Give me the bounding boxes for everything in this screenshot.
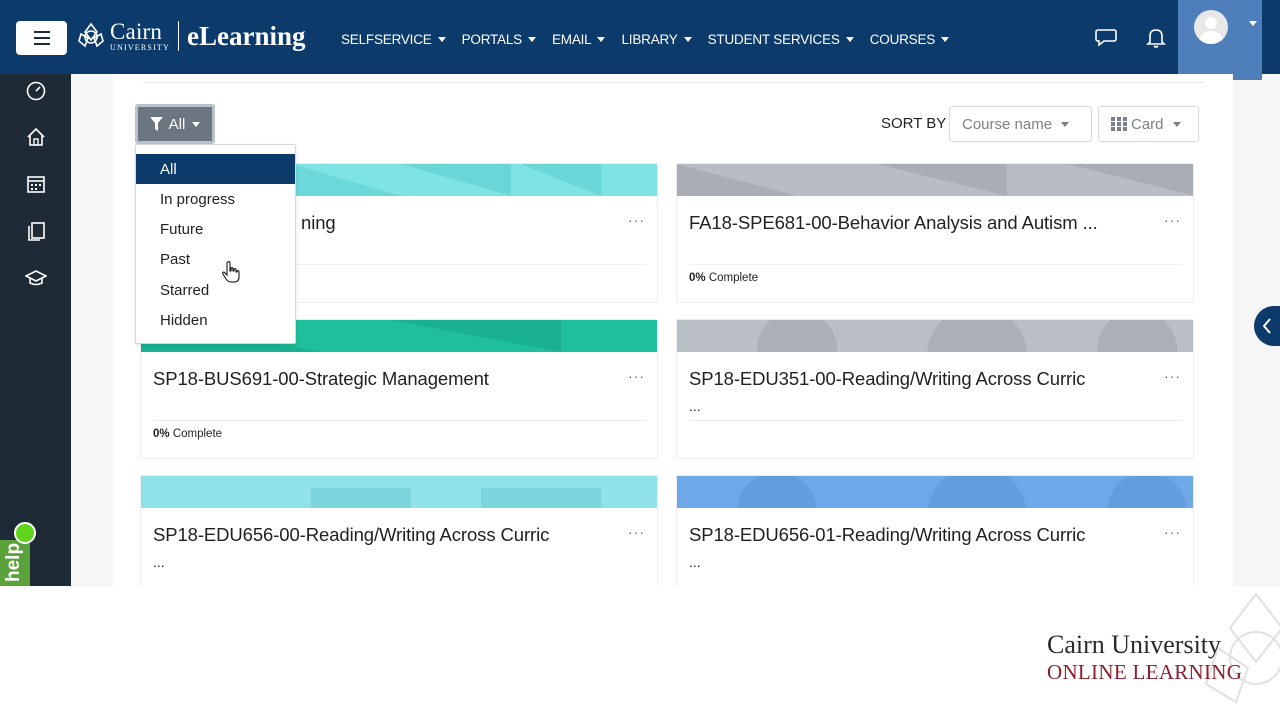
logo-cairn-text: Cairn bbox=[110, 19, 163, 44]
caret-down-icon bbox=[1061, 121, 1070, 127]
filter-option-starred[interactable]: Starred bbox=[136, 275, 295, 305]
sort-by-label: SORT BY bbox=[881, 115, 947, 132]
top-navbar: Cairn UNIVERSITY eLearning SELFSERVICE P… bbox=[0, 0, 1280, 80]
files-icon[interactable] bbox=[25, 220, 47, 242]
nav-portals[interactable]: PORTALS bbox=[462, 32, 536, 47]
card-divider bbox=[153, 420, 647, 421]
left-sidebar bbox=[0, 74, 71, 586]
view-mode-select[interactable]: Card bbox=[1098, 106, 1199, 142]
hand-pointer-cursor-icon bbox=[222, 261, 240, 283]
course-card[interactable]: FA18-SPE681-00-Behavior Analysis and Aut… bbox=[676, 163, 1194, 303]
filter-option-future[interactable]: Future bbox=[136, 214, 295, 244]
logo-elearning-text: eLearning bbox=[187, 20, 306, 51]
card-divider bbox=[689, 420, 1183, 421]
caret-down-icon bbox=[527, 37, 536, 42]
course-image bbox=[677, 476, 1193, 508]
caret-down-icon bbox=[1172, 121, 1181, 127]
divider bbox=[143, 82, 1203, 83]
filter-option-all[interactable]: All bbox=[136, 154, 295, 184]
dashboard-gauge-icon[interactable] bbox=[25, 80, 47, 102]
course-image bbox=[677, 164, 1193, 196]
home-icon[interactable] bbox=[25, 126, 47, 148]
filter-dropdown-button[interactable]: All bbox=[135, 104, 215, 144]
course-progress: 0% Complete bbox=[689, 272, 759, 284]
course-more-menu-icon[interactable]: ··· bbox=[1164, 524, 1181, 540]
title-ellipsis: ... bbox=[689, 554, 701, 570]
drawer-toggle-button[interactable] bbox=[1254, 306, 1280, 346]
grid-icon bbox=[1111, 117, 1127, 131]
caret-down-icon bbox=[941, 37, 950, 42]
filter-option-in-progress[interactable]: In progress bbox=[136, 184, 295, 214]
logo-divider bbox=[178, 21, 179, 51]
course-progress: 0% Complete bbox=[153, 428, 223, 440]
title-ellipsis: ... bbox=[153, 554, 165, 570]
course-card[interactable]: SP18-EDU656-00-Reading/Writing Across Cu… bbox=[140, 475, 658, 586]
card-divider bbox=[689, 264, 1183, 265]
caret-down-icon bbox=[192, 121, 201, 127]
online-status-dot bbox=[14, 522, 36, 544]
help-label: help bbox=[3, 542, 24, 582]
course-more-menu-icon[interactable]: ··· bbox=[1164, 212, 1181, 228]
caret-down-icon bbox=[597, 37, 606, 42]
site-logo[interactable]: Cairn UNIVERSITY eLearning bbox=[76, 20, 306, 52]
caret-down-icon bbox=[1249, 21, 1257, 26]
watermark-subtitle: ONLINE LEARNING bbox=[1047, 660, 1243, 684]
graduation-cap-icon[interactable] bbox=[25, 267, 47, 289]
primary-nav: SELFSERVICE PORTALS EMAIL LIBRARY STUDEN… bbox=[341, 32, 965, 47]
course-title[interactable]: SP18-EDU656-00-Reading/Writing Across Cu… bbox=[153, 524, 623, 546]
filter-option-hidden[interactable]: Hidden bbox=[136, 305, 295, 335]
filter-option-past[interactable]: Past bbox=[136, 244, 295, 274]
calendar-icon[interactable] bbox=[25, 173, 47, 195]
nav-email[interactable]: EMAIL bbox=[552, 32, 606, 47]
filter-funnel-icon bbox=[149, 117, 163, 131]
caret-down-icon bbox=[437, 37, 446, 42]
course-more-menu-icon[interactable]: ··· bbox=[1164, 368, 1181, 384]
hamburger-icon bbox=[33, 31, 50, 33]
cairn-knot-icon bbox=[78, 22, 104, 48]
course-title[interactable]: FA18-SPE681-00-Behavior Analysis and Aut… bbox=[689, 212, 1159, 234]
sort-select[interactable]: Course name bbox=[949, 106, 1092, 142]
course-title[interactable]: SP18-EDU656-01-Reading/Writing Across Cu… bbox=[689, 524, 1159, 546]
nav-library[interactable]: LIBRARY bbox=[621, 32, 692, 47]
notifications-bell-icon[interactable] bbox=[1144, 25, 1168, 49]
menu-toggle-button[interactable] bbox=[16, 21, 67, 55]
app-window: Cairn UNIVERSITY eLearning SELFSERVICE P… bbox=[0, 0, 1280, 586]
course-title[interactable]: SP18-BUS691-00-Strategic Management bbox=[153, 368, 623, 390]
chevron-left-icon bbox=[1262, 318, 1271, 334]
course-card[interactable]: SP18-EDU351-00-Reading/Writing Across Cu… bbox=[676, 319, 1194, 459]
nav-selfservice[interactable]: SELFSERVICE bbox=[341, 32, 446, 47]
course-more-menu-icon[interactable]: ··· bbox=[628, 524, 645, 540]
user-silhouette-icon bbox=[1199, 17, 1223, 44]
logo-university-text: UNIVERSITY bbox=[110, 43, 170, 52]
caret-down-icon bbox=[845, 37, 854, 42]
avatar bbox=[1194, 10, 1228, 44]
watermark-title: Cairn University bbox=[1047, 630, 1222, 659]
course-title[interactable]: SP18-EDU351-00-Reading/Writing Across Cu… bbox=[689, 368, 1159, 390]
nav-student-services[interactable]: STUDENT SERVICES bbox=[708, 32, 854, 47]
title-ellipsis: ... bbox=[689, 398, 701, 414]
course-card[interactable]: SP18-EDU656-01-Reading/Writing Across Cu… bbox=[676, 475, 1194, 586]
user-menu[interactable] bbox=[1178, 0, 1262, 80]
course-more-menu-icon[interactable]: ··· bbox=[628, 212, 645, 228]
course-more-menu-icon[interactable]: ··· bbox=[628, 368, 645, 384]
nav-courses[interactable]: COURSES bbox=[870, 32, 950, 47]
caret-down-icon bbox=[683, 37, 692, 42]
course-image bbox=[677, 320, 1193, 352]
messages-icon[interactable] bbox=[1094, 25, 1118, 49]
course-image bbox=[141, 476, 657, 508]
filter-dropdown-menu: All In progress Future Past Starred Hidd… bbox=[135, 144, 296, 344]
